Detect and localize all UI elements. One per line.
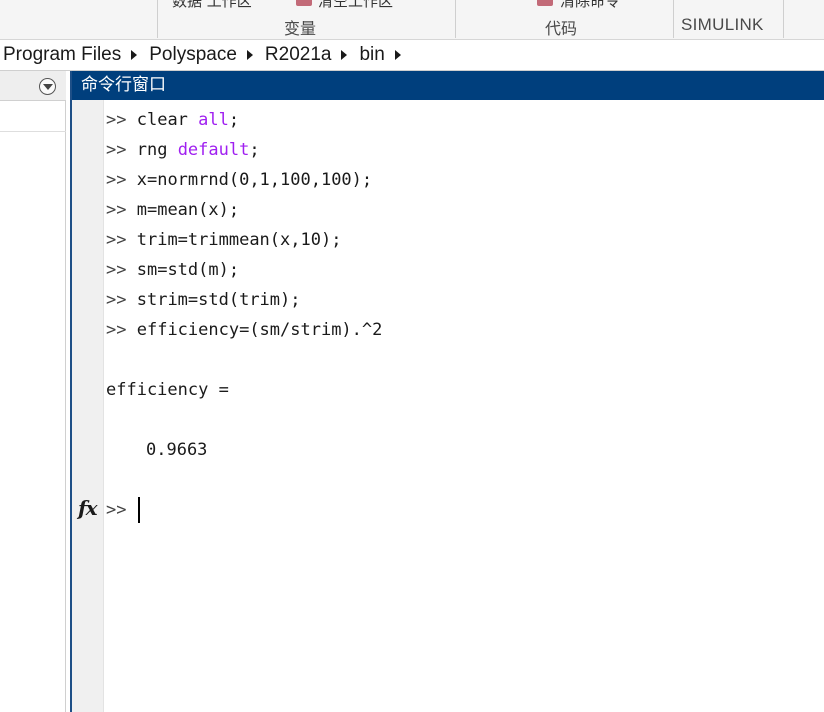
output-value: 0.9663 <box>146 440 208 460</box>
prompt-marker: >> <box>106 110 127 130</box>
command-terminator: ; <box>228 110 240 130</box>
breadcrumb-arrow-icon[interactable] <box>131 50 138 60</box>
ribbon-divider <box>157 0 158 38</box>
command-text: rng <box>136 140 178 160</box>
command-line: >> efficiency=(sm/strim).^2 <box>106 317 382 343</box>
toolstrip: 数据 工作区 清空工作区 变量 清除命令 代码 SIMULINK <box>0 0 824 40</box>
column-header-row[interactable] <box>0 101 66 132</box>
command-line: >> sm=std(m); <box>106 257 239 283</box>
ribbon-divider <box>783 0 784 38</box>
command-text: sm=std(m); <box>136 260 240 280</box>
prompt-marker: >> <box>106 200 127 220</box>
active-prompt[interactable]: >> <box>106 497 126 523</box>
command-text: strim=std(trim); <box>136 290 301 310</box>
panel-actions-dropdown-icon[interactable] <box>39 78 56 95</box>
breadcrumb-program-files[interactable]: Program Files <box>3 44 121 66</box>
text-cursor <box>138 497 140 523</box>
group-variable-label: 变量 <box>284 19 317 38</box>
command-line: >> m=mean(x); <box>106 197 239 223</box>
breadcrumb-arrow-icon[interactable] <box>341 50 348 60</box>
breadcrumb-arrow-icon[interactable] <box>394 50 401 60</box>
command-text: x=normrnd(0,1,100,100); <box>136 170 373 190</box>
command-window-gutter <box>72 100 104 712</box>
command-window[interactable]: 命令行窗口 >> clear all; >> rng default; >> x=n… <box>70 71 824 712</box>
command-keyword: all <box>198 110 229 130</box>
command-line: >> x=normrnd(0,1,100,100); <box>106 167 372 193</box>
clear-commands-button[interactable]: 清除命令 <box>560 0 620 11</box>
command-line: >> strim=std(trim); <box>106 287 301 313</box>
breadcrumb-r2021a[interactable]: R2021a <box>265 44 332 66</box>
ribbon-divider <box>673 0 674 38</box>
command-line: >> rng default; <box>106 137 260 163</box>
breadcrumb-bin[interactable]: bin <box>359 44 384 66</box>
command-text: clear <box>136 110 199 130</box>
command-text: trim=trimmean(x,10); <box>136 230 342 250</box>
command-text: efficiency=(sm/strim).^2 <box>136 320 383 340</box>
prompt-marker: >> <box>106 170 127 190</box>
prompt-marker: >> <box>106 140 127 160</box>
clear-workspace-button[interactable]: 清空工作区 <box>318 0 393 11</box>
output-label: efficiency = <box>106 380 229 400</box>
prompt-marker: >> <box>106 230 127 250</box>
breadcrumb-polyspace[interactable]: Polyspace <box>149 44 237 66</box>
current-folder-panel <box>0 71 66 712</box>
function-browser-icon[interactable]: fx <box>78 496 98 520</box>
group-code-label: 代码 <box>545 19 578 38</box>
clear-commands-icon[interactable] <box>537 0 553 6</box>
prompt-marker: >> <box>106 290 127 310</box>
command-keyword: default <box>177 140 250 160</box>
command-line: >> trim=trimmean(x,10); <box>106 227 341 253</box>
prompt-marker: >> <box>106 260 127 280</box>
current-folder-breadcrumb: Program Files Polyspace R2021a bin <box>0 40 824 71</box>
current-folder-header <box>0 71 66 101</box>
prompt-marker: >> <box>106 320 127 340</box>
ribbon-clipped-data-workspace[interactable]: 数据 工作区 <box>172 0 252 11</box>
command-terminator: ; <box>249 140 260 160</box>
command-line: >> clear all; <box>106 107 239 133</box>
command-text: m=mean(x); <box>136 200 240 220</box>
command-window-title: 命令行窗口 <box>72 71 824 100</box>
tab-simulink[interactable]: SIMULINK <box>681 15 764 35</box>
ribbon-divider <box>455 0 456 38</box>
breadcrumb-arrow-icon[interactable] <box>246 50 253 60</box>
clear-workspace-icon[interactable] <box>296 0 312 6</box>
